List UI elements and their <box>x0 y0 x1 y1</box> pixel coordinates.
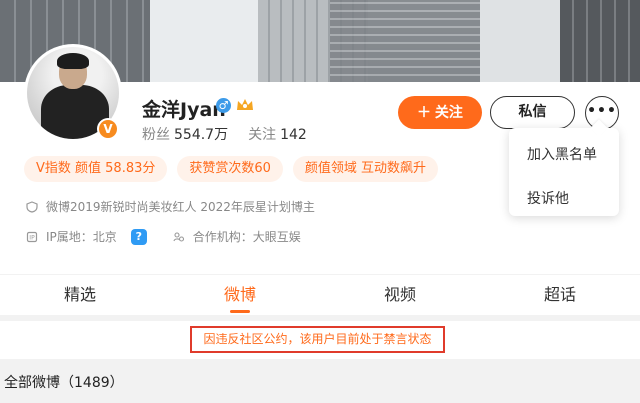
agency-icon <box>173 231 185 243</box>
verified-badge-icon: V <box>97 118 119 140</box>
tab-featured[interactable]: 精选 <box>0 275 160 315</box>
following-count[interactable]: 142 <box>280 127 307 143</box>
profile-description: 微博2019新锐时尚美妆红人 2022年辰星计划博主 <box>46 200 315 214</box>
svg-text:IP: IP <box>29 234 35 241</box>
follow-stats: 粉丝 554.7万 关注 142 <box>142 124 327 144</box>
question-mark-icon[interactable]: ? <box>130 228 147 245</box>
tag-interaction[interactable]: 颜值领域 互动数飙升 <box>292 156 439 182</box>
ip-location-icon: IP <box>26 231 38 243</box>
tab-video[interactable]: 视频 <box>320 275 480 315</box>
male-gender-icon: ♂ <box>216 98 231 113</box>
all-posts-header[interactable]: 全部微博（1489） <box>4 372 124 392</box>
ban-notice: 因违反社区公约，该用户目前处于禁言状态 <box>190 326 445 353</box>
profile-name: 金洋Jyan <box>142 99 226 121</box>
tag-v-index[interactable]: V指数 颜值 58.83分 <box>24 156 168 182</box>
tab-supertopic[interactable]: 超话 <box>480 275 640 315</box>
message-button[interactable]: 私信 <box>490 96 575 129</box>
tab-weibo[interactable]: 微博 <box>160 275 320 315</box>
following-label: 关注 <box>248 127 277 143</box>
profile-description-row: 微博2019新锐时尚美妆红人 2022年辰星计划博主 <box>26 198 315 215</box>
followers-label: 粉丝 <box>142 127 170 143</box>
tag-tips-count[interactable]: 获赞赏次数60 <box>177 156 283 182</box>
follow-button[interactable]: ＋ 关注 <box>398 96 482 129</box>
profile-info-row: IP IP属地：北京 ? 合作机构：大眼互娱 <box>26 228 301 245</box>
ip-location: IP属地：北京 <box>46 230 117 244</box>
agency-label: 合作机构：大眼互娱 <box>192 230 301 244</box>
crown-icon <box>235 97 255 114</box>
notice-bar: 因违反社区公约，该用户目前处于禁言状态 <box>0 321 640 359</box>
profile-tabs: 精选 微博 视频 超话 <box>0 275 640 315</box>
menu-item-report[interactable]: 投诉他 <box>527 188 569 208</box>
more-options-menu: 加入黑名单 投诉他 <box>509 119 619 216</box>
profile-tags: V指数 颜值 58.83分 获赞赏次数60 颜值领域 互动数飙升 <box>24 156 439 182</box>
shield-icon <box>26 200 38 213</box>
followers-count[interactable]: 554.7万 <box>174 127 228 143</box>
menu-item-blacklist[interactable]: 加入黑名单 <box>527 144 597 164</box>
